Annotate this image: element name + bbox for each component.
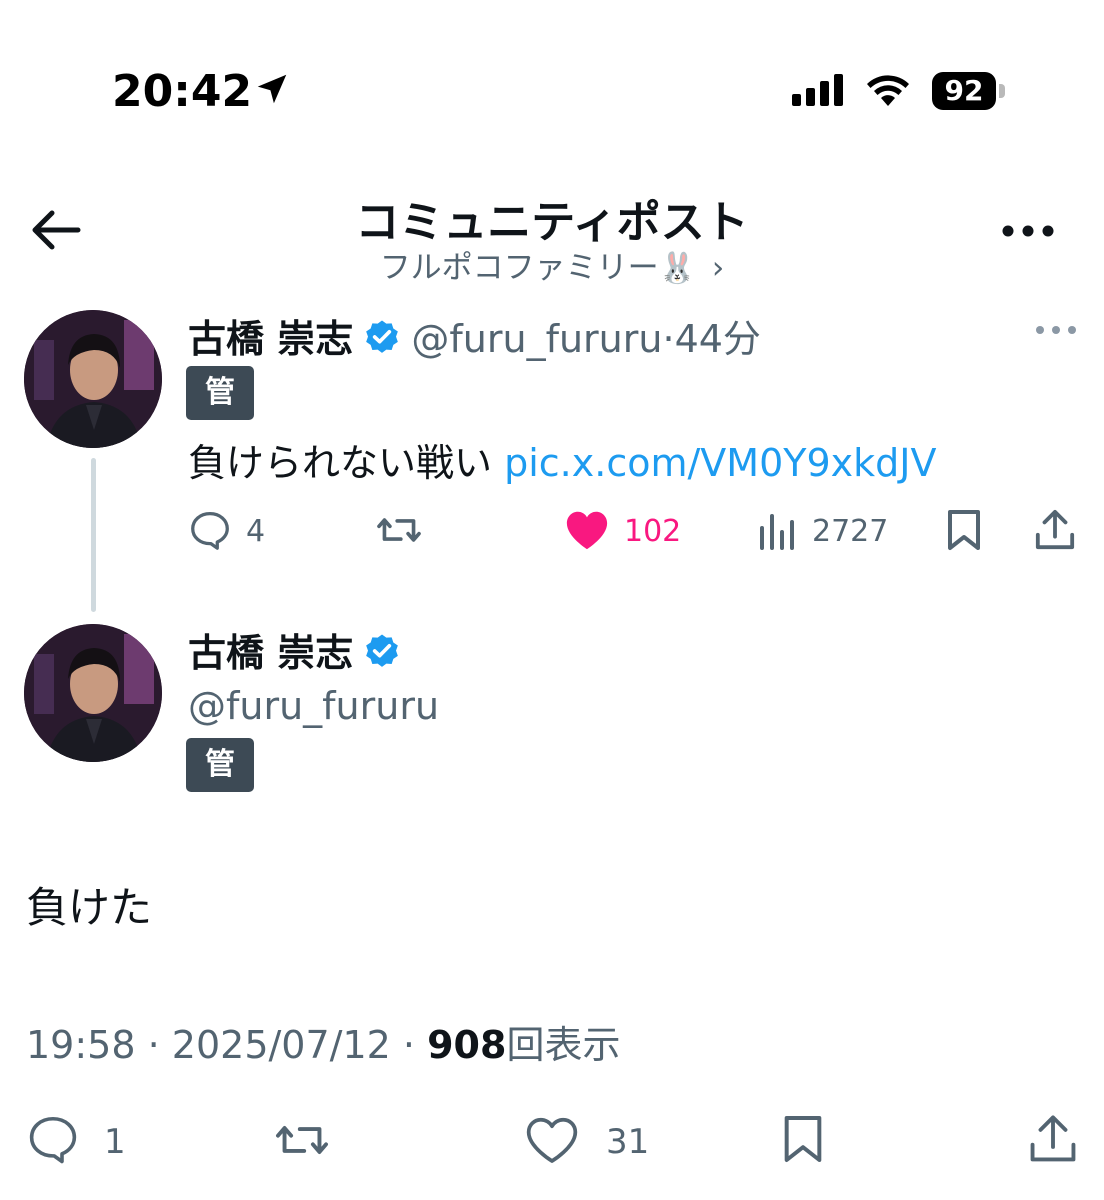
post-more-icon[interactable] <box>1034 322 1078 338</box>
post-body: 負けた <box>26 883 153 932</box>
heart-filled-icon[interactable] <box>564 508 610 552</box>
retweet-icon[interactable] <box>272 1116 332 1164</box>
bookmark-icon[interactable] <box>782 1112 824 1166</box>
handle[interactable]: @furu_fururu <box>411 317 662 361</box>
share-icon[interactable] <box>1034 508 1076 552</box>
verified-badge-icon <box>362 632 402 672</box>
reply-count: 4 <box>246 514 266 549</box>
view-count[interactable]: 908 <box>427 1023 506 1067</box>
post-meta: 19:58 · 2025/07/12 · 908回表示 <box>26 1014 620 1069</box>
signal-icon <box>792 74 846 106</box>
post-header: 古橋 崇志 @furu_fururu·44分 <box>188 308 761 363</box>
battery-indicator: 92 <box>932 72 996 110</box>
display-name[interactable]: 古橋 崇志 <box>188 317 353 361</box>
post-body: 負けられない戦い <box>188 441 493 485</box>
verified-badge-icon <box>362 318 402 358</box>
post-text: 負けられない戦い pic.x.com/VM0Y9xkdJV <box>188 432 936 487</box>
like-count: 102 <box>624 514 682 549</box>
retweet-icon[interactable] <box>374 510 424 550</box>
heart-icon[interactable] <box>524 1114 580 1166</box>
bookmark-icon[interactable] <box>946 508 982 552</box>
more-icon[interactable] <box>1000 222 1056 240</box>
thread-line <box>91 458 96 612</box>
separator: · <box>402 1023 416 1067</box>
location-arrow-icon <box>253 70 291 108</box>
main-post-name-row: 古橋 崇志 <box>188 622 402 677</box>
display-name[interactable]: 古橋 崇志 <box>188 631 353 675</box>
community-link[interactable]: フルポコファミリー🐰 › <box>0 242 1104 287</box>
status-time: 20:42 <box>112 66 253 117</box>
avatar[interactable] <box>24 310 162 448</box>
battery-nub <box>999 84 1005 98</box>
views-icon[interactable] <box>758 510 798 550</box>
reply-count: 1 <box>104 1122 126 1162</box>
moderator-badge: 管 <box>186 738 254 792</box>
wifi-icon <box>864 72 912 108</box>
post-date[interactable]: 2025/07/12 <box>172 1023 391 1067</box>
post-time[interactable]: 44分 <box>675 317 761 361</box>
page-title: コミュニティポスト <box>355 197 749 248</box>
reply-icon[interactable] <box>188 510 232 550</box>
chevron-right-icon: › <box>711 250 725 286</box>
views-count: 2727 <box>812 514 889 549</box>
separator: · <box>147 1023 160 1067</box>
separator: · <box>662 317 675 361</box>
moderator-badge: 管 <box>186 366 254 420</box>
avatar[interactable] <box>24 624 162 762</box>
media-link[interactable]: pic.x.com/VM0Y9xkdJV <box>504 441 936 485</box>
view-label: 回表示 <box>506 1023 621 1067</box>
rabbit-emoji-icon: 🐰 <box>658 251 697 286</box>
handle[interactable]: @furu_fururu <box>188 684 439 728</box>
reply-icon[interactable] <box>26 1114 80 1164</box>
community-name: フルポコファミリー <box>379 250 659 286</box>
post-time[interactable]: 19:58 <box>26 1023 136 1067</box>
share-icon[interactable] <box>1028 1112 1078 1166</box>
like-count: 31 <box>606 1122 650 1162</box>
